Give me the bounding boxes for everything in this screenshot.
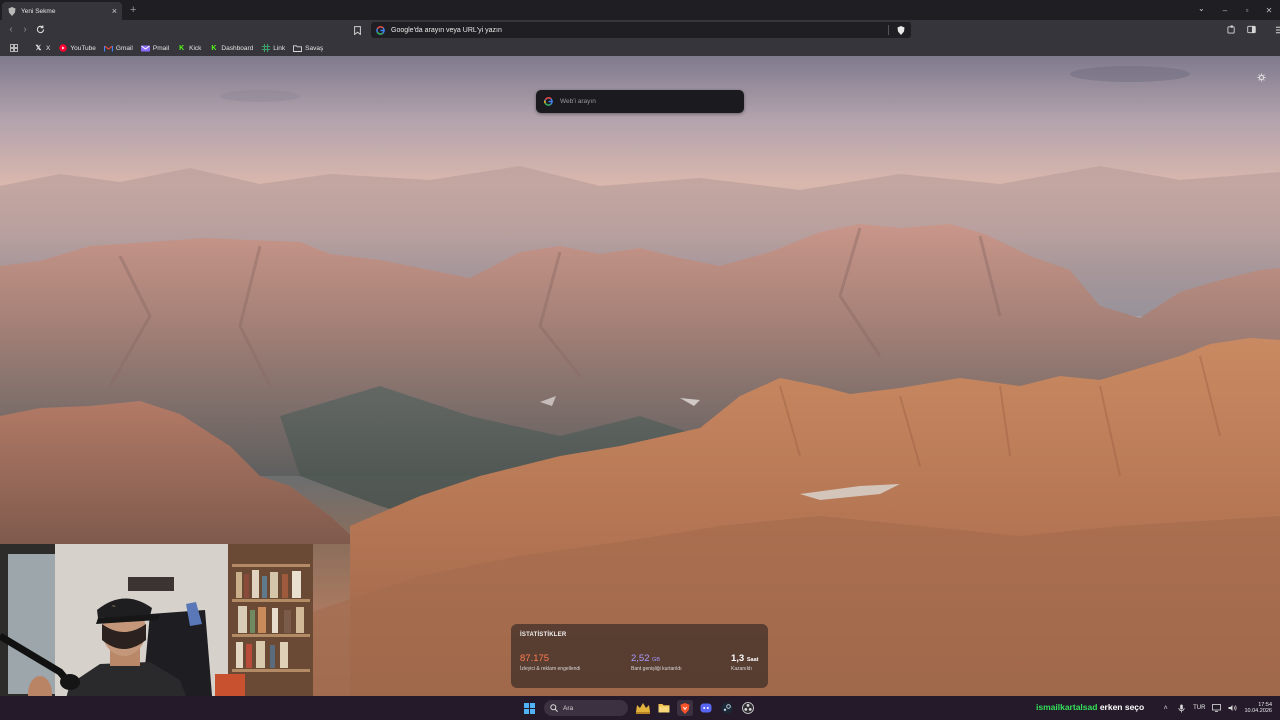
file-explorer-icon[interactable] bbox=[656, 700, 672, 716]
new-tab-page: İSTATİSTİKLER 87.175 İzleyici & reklam e… bbox=[0, 56, 1280, 696]
brave-shield-icon bbox=[7, 6, 16, 16]
brave-shields-icon[interactable] bbox=[888, 25, 906, 35]
bookmark-gmail[interactable]: Gmail bbox=[100, 41, 137, 55]
window-controls: – ▫ ✕ bbox=[1214, 0, 1280, 20]
close-window-icon[interactable]: ✕ bbox=[1258, 6, 1280, 15]
bookmarks-bar: 𝕏 X YouTube Gmail Pmail K Kick K Dashboa… bbox=[0, 40, 1280, 56]
address-area: Google'da arayın veya URL'yi yazın bbox=[351, 22, 911, 38]
bookmark-youtube[interactable]: YouTube bbox=[54, 41, 100, 55]
windows-start-icon[interactable] bbox=[521, 700, 537, 716]
apps-grid-icon bbox=[9, 44, 18, 53]
stat-bandwidth-unit: GB bbox=[652, 657, 661, 663]
bookmark-label: Gmail bbox=[115, 44, 133, 52]
bookmark-label: Link bbox=[273, 44, 286, 52]
tab-new-tab[interactable]: Yeni Sekme × bbox=[2, 2, 122, 20]
stat-time-caption: Kazanıldı bbox=[731, 666, 752, 672]
tab-strip: Yeni Sekme × + ⌄ – ▫ ✕ bbox=[0, 0, 1280, 20]
extensions-icon[interactable] bbox=[1226, 24, 1237, 35]
system-tray: ˄ TUR 17:54 10.04.2026 bbox=[1161, 696, 1272, 720]
bookmark-label: YouTube bbox=[70, 44, 96, 52]
stats-heading: İSTATİSTİKLER bbox=[520, 632, 567, 638]
web-search-box[interactable] bbox=[536, 90, 744, 113]
sidebar-icon[interactable] bbox=[1246, 24, 1257, 35]
ticker-username: ismailkartalsad bbox=[1036, 702, 1098, 712]
obs-studio-icon[interactable] bbox=[740, 700, 756, 716]
taskbar-search[interactable]: Ara bbox=[544, 700, 628, 716]
network-icon[interactable] bbox=[1212, 704, 1222, 713]
apps-grid[interactable] bbox=[5, 41, 22, 55]
bookmark-folder-savas[interactable]: Savaş bbox=[289, 41, 327, 55]
pmail-icon bbox=[140, 44, 150, 53]
stat-blocked-value: 87.175 bbox=[520, 653, 550, 664]
bookmark-pmail[interactable]: Pmail bbox=[137, 41, 173, 55]
gmail-icon bbox=[103, 44, 113, 53]
discord-icon[interactable] bbox=[698, 700, 714, 716]
kick-icon: K bbox=[211, 44, 217, 52]
windows-taskbar: Ara ismailkartalsad erken seço ˄ TUR 17:… bbox=[0, 696, 1280, 720]
new-tab-button[interactable]: + bbox=[130, 4, 136, 16]
url-bar[interactable]: Google'da arayın veya URL'yi yazın bbox=[371, 22, 911, 38]
x-logo-icon: 𝕏 bbox=[35, 45, 42, 52]
url-placeholder: Google'da arayın veya URL'yi yazın bbox=[391, 26, 502, 34]
microphone-icon[interactable] bbox=[1177, 704, 1186, 713]
stat-time-unit: Saat bbox=[746, 657, 759, 663]
youtube-icon bbox=[58, 44, 67, 53]
stat-blocked-caption: İzleyici & reklam engellendi bbox=[520, 666, 581, 672]
folder-icon bbox=[293, 44, 303, 53]
steam-icon[interactable] bbox=[719, 700, 735, 716]
taskbar-clock[interactable]: 17:54 10.04.2026 bbox=[1244, 702, 1272, 715]
maximize-icon[interactable]: ▫ bbox=[1236, 6, 1258, 15]
search-input[interactable] bbox=[560, 98, 736, 105]
bookmark-kick[interactable]: K Kick bbox=[173, 41, 205, 55]
stat-time-value: 1,3 bbox=[731, 653, 745, 664]
bookmark-link[interactable]: Link bbox=[257, 41, 289, 55]
bookmark-x[interactable]: 𝕏 X bbox=[30, 41, 54, 55]
bookmark-icon[interactable] bbox=[351, 24, 363, 36]
google-g-icon bbox=[376, 25, 385, 35]
taskbar-search-label: Ara bbox=[563, 704, 574, 712]
stat-bandwidth-caption: Bant genişliği kurtarıldı bbox=[631, 666, 682, 672]
game-crown-icon[interactable] bbox=[635, 700, 651, 716]
ticker-message: erken seço bbox=[1099, 702, 1145, 712]
bookmark-label: Dashboard bbox=[221, 44, 254, 52]
bookmark-label: Savaş bbox=[305, 44, 324, 52]
stat-bandwidth-value: 2,52 bbox=[631, 653, 650, 664]
settings-gear-icon[interactable] bbox=[1256, 72, 1266, 82]
stats-widget[interactable]: İSTATİSTİKLER 87.175 İzleyici & reklam e… bbox=[511, 624, 768, 688]
stat-blocked: 87.175 İzleyici & reklam engellendi bbox=[520, 653, 580, 672]
chevron-up-icon[interactable]: ˄ bbox=[1161, 704, 1170, 713]
brave-browser-icon[interactable] bbox=[677, 700, 693, 716]
reload-icon[interactable] bbox=[34, 24, 46, 36]
volume-icon[interactable] bbox=[1228, 704, 1237, 713]
google-g-icon bbox=[544, 97, 553, 106]
bookmark-label: Kick bbox=[189, 44, 202, 52]
toolbar-actions bbox=[1226, 24, 1280, 35]
bookmark-label: Pmail bbox=[152, 44, 170, 52]
minimize-icon[interactable]: – bbox=[1214, 6, 1236, 15]
back-icon[interactable]: ‹ bbox=[5, 24, 17, 36]
clock-date: 10.04.2026 bbox=[1244, 708, 1272, 714]
stat-bandwidth: 2,52 GB Bant genişliği kurtarıldı bbox=[631, 653, 682, 672]
stat-time: 1,3 Saat Kazanıldı bbox=[731, 653, 758, 672]
kick-icon: K bbox=[179, 44, 185, 52]
cap-logo-graphic: ~ bbox=[112, 604, 116, 610]
bookmark-label: X bbox=[46, 44, 51, 52]
webcam-feed-image: ~ bbox=[0, 544, 313, 696]
tab-list-chevron-icon[interactable]: ⌄ bbox=[1198, 4, 1205, 13]
taskbar-apps: Ara bbox=[521, 696, 756, 720]
stream-ticker: ismailkartalsad erken seço bbox=[1036, 702, 1144, 712]
webcam-overlay: ~ bbox=[0, 544, 313, 696]
grid-icon bbox=[261, 44, 270, 53]
forward-icon[interactable]: › bbox=[19, 24, 31, 36]
bookmark-dashboard[interactable]: K Dashboard bbox=[205, 41, 257, 55]
language-indicator[interactable]: TUR bbox=[1193, 705, 1205, 711]
tab-title: Yeni Sekme bbox=[21, 7, 56, 15]
menu-icon[interactable] bbox=[1274, 24, 1280, 35]
tab-close-icon[interactable]: × bbox=[112, 6, 117, 16]
search-icon bbox=[550, 704, 558, 712]
